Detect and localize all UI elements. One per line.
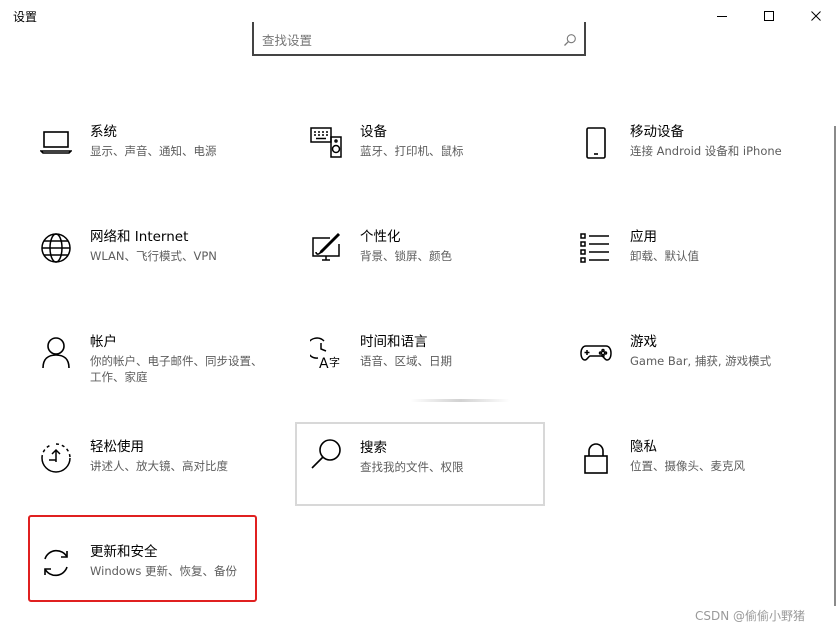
category-description: 你的帐户、电子邮件、同步设置、工作、家庭 <box>90 354 263 384</box>
category-name: 设备 <box>360 124 387 140</box>
maximize-button[interactable] <box>746 0 792 32</box>
category-description: 讲述人、放大镜、高对比度 <box>90 459 228 473</box>
category-name: 游戏 <box>630 334 657 350</box>
globe-icon <box>40 232 72 264</box>
category-description: 查找我的文件、权限 <box>360 460 464 474</box>
watermark: CSDN @偷偷小野猪 <box>695 609 806 623</box>
time-language-icon: A 字 <box>310 337 342 369</box>
search-box[interactable] <box>252 22 586 56</box>
category-description: 语音、区域、日期 <box>360 354 452 368</box>
search-icon[interactable] <box>563 32 577 51</box>
category-name: 移动设备 <box>630 124 684 140</box>
category-personalization[interactable]: 个性化 背景、锁屏、颜色 <box>300 228 548 312</box>
person-icon <box>40 337 72 369</box>
paint-monitor-icon <box>310 232 342 264</box>
category-name: 网络和 Internet <box>90 229 189 245</box>
magnifier-icon <box>310 438 342 470</box>
category-description: 位置、摄像头、麦克风 <box>630 459 745 473</box>
laptop-icon <box>40 127 72 159</box>
minimize-icon <box>716 10 728 22</box>
category-privacy[interactable]: 隐私 位置、摄像头、麦克风 <box>570 438 818 522</box>
category-description: Game Bar, 捕获, 游戏模式 <box>630 354 772 368</box>
vertical-scrollbar[interactable] <box>834 126 836 606</box>
svg-text:字: 字 <box>329 355 340 369</box>
lock-icon <box>580 442 612 474</box>
category-description: 卸载、默认值 <box>630 249 699 263</box>
category-name: 轻松使用 <box>90 439 144 455</box>
category-name: 帐户 <box>90 334 117 350</box>
category-ease-of-access[interactable]: 轻松使用 讲述人、放大镜、高对比度 <box>30 438 278 522</box>
category-accounts[interactable]: 帐户 你的帐户、电子邮件、同步设置、工作、家庭 <box>30 333 278 417</box>
category-description: 连接 Android 设备和 iPhone <box>630 144 782 158</box>
category-name: 隐私 <box>630 439 657 455</box>
category-name: 时间和语言 <box>360 334 428 350</box>
category-description: 蓝牙、打印机、鼠标 <box>360 144 464 158</box>
category-network[interactable]: 网络和 Internet WLAN、飞行模式、VPN <box>30 228 278 312</box>
divider <box>410 399 510 402</box>
category-description: 背景、锁屏、颜色 <box>360 249 452 263</box>
category-search[interactable]: 搜索 查找我的文件、权限 <box>295 422 545 506</box>
category-gaming[interactable]: 游戏 Game Bar, 捕获, 游戏模式 <box>570 333 818 417</box>
category-name: 应用 <box>630 229 657 245</box>
category-name: 个性化 <box>360 229 401 245</box>
category-name: 系统 <box>90 124 117 140</box>
category-description: WLAN、飞行模式、VPN <box>90 249 217 263</box>
highlight-annotation <box>28 515 257 602</box>
ease-of-access-icon <box>40 442 72 474</box>
phone-icon <box>580 127 612 159</box>
apps-list-icon <box>580 232 612 264</box>
close-button[interactable] <box>793 0 839 32</box>
category-devices[interactable]: 设备 蓝牙、打印机、鼠标 <box>300 123 548 207</box>
window-title: 设置 <box>13 10 38 24</box>
gamepad-icon <box>580 337 612 369</box>
search-input[interactable] <box>262 31 542 49</box>
close-icon <box>810 10 822 22</box>
minimize-button[interactable] <box>699 0 745 32</box>
category-system[interactable]: 系统 显示、声音、通知、电源 <box>30 123 278 207</box>
svg-text:A: A <box>319 356 329 369</box>
category-time-language[interactable]: A 字 时间和语言 语音、区域、日期 <box>300 333 548 417</box>
category-apps[interactable]: 应用 卸载、默认值 <box>570 228 818 312</box>
category-description: 显示、声音、通知、电源 <box>90 144 217 158</box>
maximize-icon <box>763 10 775 22</box>
category-name: 搜索 <box>360 440 387 456</box>
category-phone[interactable]: 移动设备 连接 Android 设备和 iPhone <box>570 123 818 207</box>
keyboard-speaker-icon <box>310 127 342 159</box>
